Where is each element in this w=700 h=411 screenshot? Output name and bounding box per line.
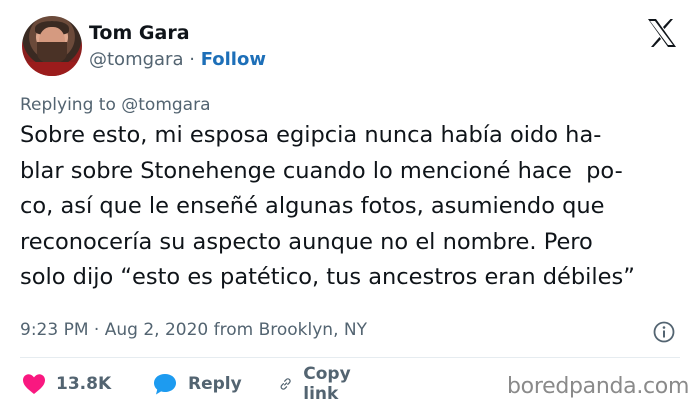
heart-icon (23, 374, 45, 394)
reply-label: Reply (188, 374, 242, 394)
watermark: boredpanda.com (507, 374, 690, 399)
tweet-text-line: solo dijo “esto es patético, tus ancestr… (20, 264, 635, 290)
link-icon (280, 378, 291, 390)
reply-button[interactable]: Reply (152, 368, 242, 400)
copy-link-label: Copy link (303, 364, 351, 404)
like-count: 13.8K (56, 374, 112, 394)
avatar[interactable] (22, 16, 82, 76)
tweet-date[interactable]: Aug 2, 2020 (105, 320, 209, 340)
tweet-meta: 9:23 PM · Aug 2, 2020 from Brooklyn, NY (20, 320, 367, 340)
tweet-location: from Brooklyn, NY (213, 320, 367, 340)
tweet-card: Tom Gara @tomgara · Follow Replying to @… (0, 0, 700, 411)
reply-bubble-icon (154, 374, 176, 395)
tweet-text: Sobre esto, mi esposa egipcia nunca habí… (20, 118, 695, 296)
tweet-time[interactable]: 9:23 PM (20, 320, 89, 340)
meta-separator: · (93, 320, 100, 340)
copy-link-button[interactable]: Copy link (278, 364, 359, 404)
author-name[interactable]: Tom Gara (89, 22, 190, 44)
follow-button[interactable]: Follow (201, 49, 266, 70)
like-button[interactable]: 13.8K (22, 368, 111, 400)
handle-separator: · (189, 49, 195, 70)
tweet-text-line: blar sobre Stonehenge cuando lo mencioné… (20, 157, 623, 184)
handle-line: @tomgara · Follow (89, 49, 266, 70)
tweet-text-line: co, así que le enseñé algunas fotos, asu… (20, 193, 605, 219)
tweet-text-line: reconocería su aspecto aunque no el nomb… (20, 228, 593, 255)
replying-to: Replying to @tomgara (20, 95, 211, 115)
author-handle[interactable]: @tomgara (89, 49, 184, 70)
tweet-text-line: Sobre esto, mi esposa egipcia nunca habí… (20, 122, 602, 148)
replying-mention[interactable]: @tomgara (121, 95, 210, 115)
info-icon[interactable] (652, 320, 676, 344)
x-logo-icon[interactable] (646, 18, 678, 48)
replying-prefix: Replying to (20, 95, 116, 115)
divider (20, 357, 680, 358)
